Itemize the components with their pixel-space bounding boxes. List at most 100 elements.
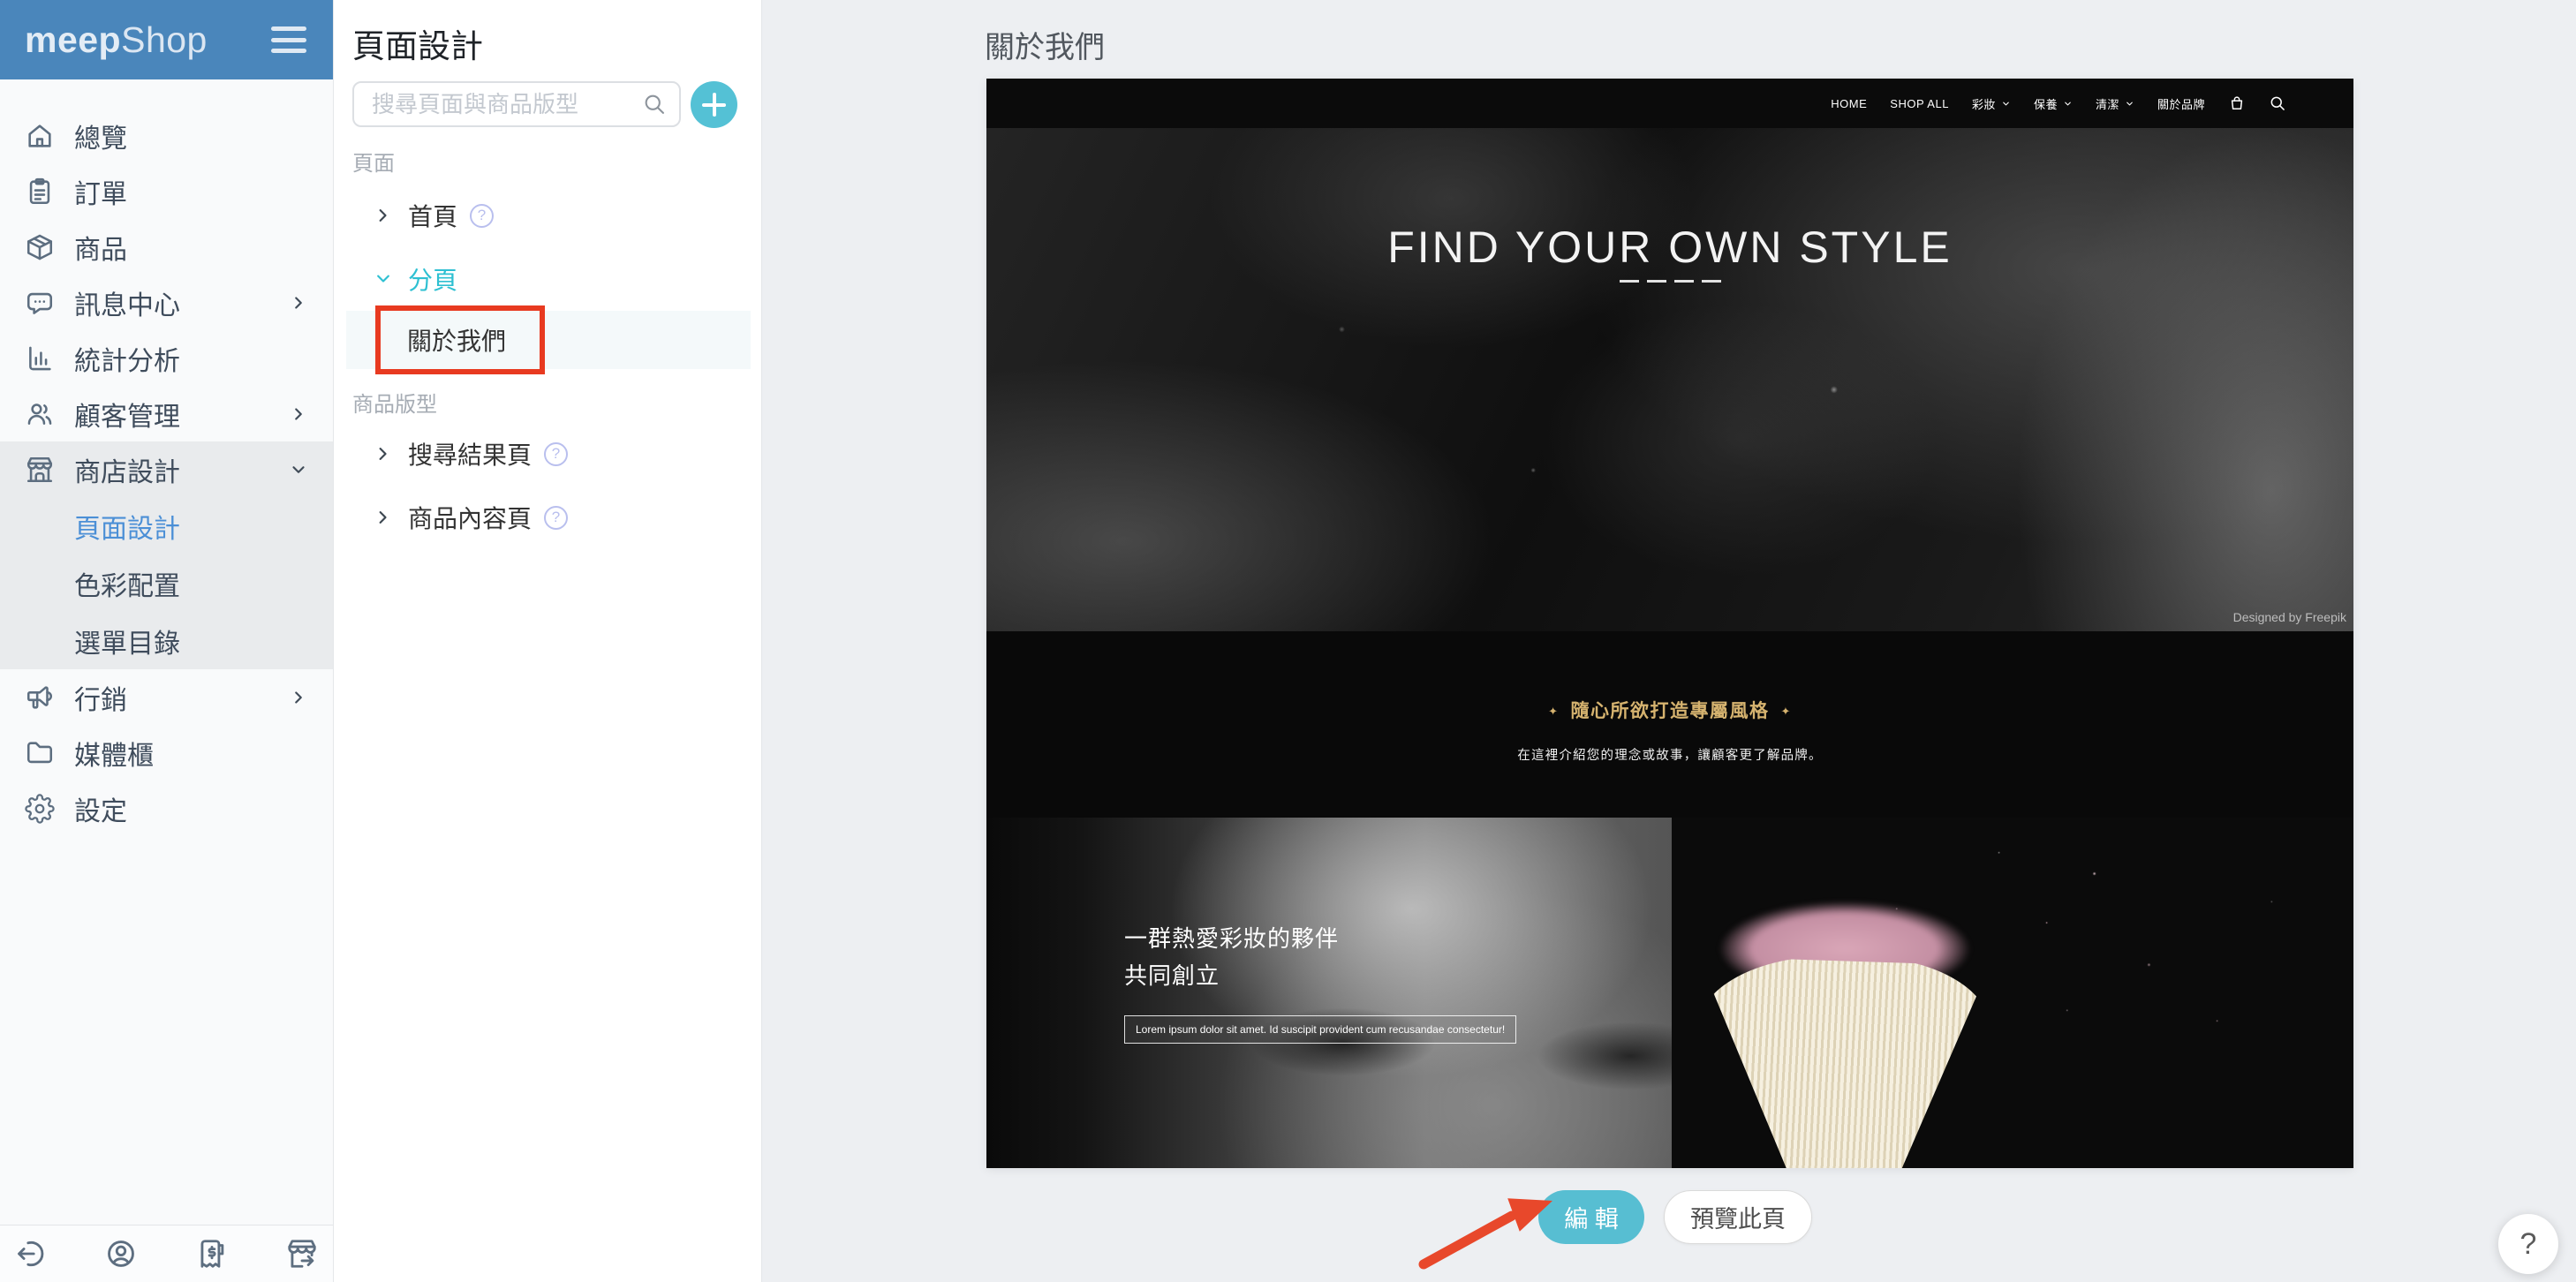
nav-dropdown-caret-icon — [2125, 99, 2134, 109]
sidebar-item-analytics[interactable]: 統計分析 — [0, 330, 333, 386]
tree-item-label: 商品內容頁 — [408, 500, 532, 535]
sidebar-item-label: 設定 — [74, 789, 127, 828]
search-icon — [642, 92, 667, 117]
chevron-right-icon — [289, 404, 308, 424]
hamburger-menu-icon[interactable] — [271, 26, 306, 53]
sidebar-item-store-design[interactable]: 商店設計 — [0, 441, 333, 497]
tree-item-label: 分頁 — [408, 261, 457, 297]
band-subtitle: 在這裡介紹您的理念或故事，讓顧客更了解品牌。 — [986, 745, 2353, 764]
preview-nav-skincare[interactable]: 保養 — [2034, 95, 2073, 112]
sidebar-item-message-center[interactable]: 訊息中心 — [0, 275, 333, 330]
panel-title: 頁面設計 — [352, 19, 483, 67]
sidebar-subitem-color-scheme[interactable]: 色彩配置 — [0, 554, 333, 612]
chevron-right-icon — [289, 688, 308, 707]
tree-item-search-results-page[interactable]: 搜尋結果頁 ? — [334, 434, 761, 473]
preview-nav-shop-all[interactable]: SHOP ALL — [1890, 97, 1949, 110]
chat-bubble-icon — [25, 288, 55, 318]
chevron-right-icon — [289, 293, 308, 313]
photo-caption-body: Lorem ipsum dolor sit amet. Id suscipit … — [1124, 1015, 1516, 1044]
sidebar: meepShop 總覽 訂單 商品 訊息中心 統計分析 顧客管理 — [0, 0, 334, 1282]
sidebar-item-label: 訊息中心 — [74, 283, 180, 322]
sidebar-item-orders[interactable]: 訂單 — [0, 163, 333, 219]
sidebar-nav: 總覽 訂單 商品 訊息中心 統計分析 顧客管理 商店設計 — [0, 79, 333, 836]
section-label-product-templates: 商品版型 — [352, 387, 437, 418]
sidebar-item-label: 統計分析 — [74, 339, 180, 378]
tree-item-home[interactable]: 首頁 ? — [334, 196, 761, 235]
chevron-down-icon[interactable] — [374, 270, 392, 288]
diamond-icon: ✦ — [1781, 705, 1792, 719]
nav-label: 彩妝 — [1972, 95, 1996, 112]
search-input[interactable] — [370, 90, 642, 119]
preview-nav-makeup[interactable]: 彩妝 — [1972, 95, 2011, 112]
sidebar-group-store-design: 商店設計 頁面設計 色彩配置 選單目錄 — [0, 441, 333, 669]
storefront-icon — [25, 455, 55, 485]
photo-caption-line2: 共同創立 — [1124, 957, 1339, 994]
preview-nav-about-brand[interactable]: 關於品牌 — [2157, 95, 2205, 112]
home-icon — [25, 121, 55, 151]
hero-title: FIND YOUR OWN STYLE — [986, 222, 2353, 273]
tree-item-subpages[interactable]: 分頁 — [334, 260, 761, 298]
nav-dropdown-caret-icon — [2001, 99, 2011, 109]
band-heading: ✦隨心所欲打造專屬風格✦ — [986, 631, 2353, 723]
cart-bag-icon[interactable] — [2228, 94, 2246, 112]
account-icon[interactable] — [104, 1237, 138, 1271]
clipboard-icon — [25, 177, 55, 207]
annotation-arrow — [1418, 1192, 1560, 1271]
help-circle-icon[interactable]: ? — [544, 506, 568, 530]
sidebar-item-label: 媒體櫃 — [74, 734, 154, 773]
preview-site-nav: HOME SHOP ALL 彩妝 保養 清潔 關於品牌 — [986, 79, 2353, 128]
preview-nav-home[interactable]: HOME — [1831, 97, 1867, 110]
preview-page-button[interactable]: 預覽此頁 — [1664, 1190, 1812, 1244]
gear-icon — [25, 794, 55, 824]
meepshop-logo: meepShop — [25, 19, 208, 61]
chevron-right-icon[interactable] — [374, 207, 392, 224]
sidebar-item-overview[interactable]: 總覽 — [0, 108, 333, 163]
chevron-right-icon[interactable] — [374, 509, 392, 526]
photo-makeup-brush — [1672, 818, 2353, 1168]
package-icon — [25, 232, 55, 262]
tree-item-label: 搜尋結果頁 — [408, 436, 532, 471]
add-page-button[interactable] — [691, 81, 737, 128]
tree-item-about-us[interactable]: 關於我們 — [346, 311, 751, 369]
tree-item-product-content-page[interactable]: 商品內容頁 ? — [334, 498, 761, 537]
preview-photo-row: 一群熱愛彩妝的夥伴 共同創立 Lorem ipsum dolor sit ame… — [986, 818, 2353, 1168]
hero-credit: Designed by Freepik — [2233, 610, 2346, 624]
sidebar-item-settings[interactable]: 設定 — [0, 781, 333, 836]
search-icon[interactable] — [2269, 94, 2286, 112]
sidebar-item-label: 顧客管理 — [74, 395, 180, 434]
billing-receipt-icon[interactable] — [195, 1237, 229, 1271]
sidebar-subitem-page-design[interactable]: 頁面設計 — [0, 497, 333, 554]
edit-button[interactable]: 編 輯 — [1538, 1190, 1644, 1244]
nav-label: 保養 — [2034, 95, 2058, 112]
preview-nav-cleansing[interactable]: 清潔 — [2096, 95, 2134, 112]
help-circle-icon[interactable]: ? — [470, 204, 494, 228]
megaphone-icon — [25, 682, 55, 713]
logo-light: Shop — [121, 19, 208, 60]
band-heading-text: 隨心所欲打造專屬風格 — [1571, 701, 1770, 721]
search-field — [352, 81, 681, 127]
chevron-right-icon[interactable] — [374, 445, 392, 463]
sidebar-item-label: 商品 — [74, 228, 127, 267]
logout-icon[interactable] — [14, 1237, 48, 1271]
nav-dropdown-caret-icon — [2063, 99, 2073, 109]
bar-chart-icon — [25, 343, 55, 373]
photo-caption: 一群熱愛彩妝的夥伴 共同創立 — [1124, 920, 1339, 994]
preview-hero-image: FIND YOUR OWN STYLE Designed by Freepik — [986, 128, 2353, 631]
photo-caption-line1: 一群熱愛彩妝的夥伴 — [1124, 920, 1339, 957]
help-circle-icon[interactable]: ? — [544, 442, 568, 466]
sidebar-item-customers[interactable]: 顧客管理 — [0, 386, 333, 441]
help-button[interactable]: ? — [2498, 1214, 2558, 1274]
logo-bold: meep — [25, 19, 121, 60]
hero-dash-divider — [986, 280, 2353, 283]
section-label-pages: 頁面 — [352, 146, 395, 177]
people-icon — [25, 399, 55, 429]
sidebar-item-media-library[interactable]: 媒體櫃 — [0, 725, 333, 781]
sidebar-subitem-menu-catalog[interactable]: 選單目錄 — [0, 612, 333, 669]
preview-intro-band: ✦隨心所欲打造專屬風格✦ 在這裡介紹您的理念或故事，讓顧客更了解品牌。 — [986, 631, 2353, 818]
tree-item-label: 首頁 — [408, 198, 457, 233]
go-to-store-icon[interactable] — [285, 1237, 319, 1271]
sidebar-item-marketing[interactable]: 行銷 — [0, 669, 333, 725]
sidebar-header: meepShop — [0, 0, 333, 79]
nav-label: 清潔 — [2096, 95, 2119, 112]
sidebar-item-products[interactable]: 商品 — [0, 219, 333, 275]
